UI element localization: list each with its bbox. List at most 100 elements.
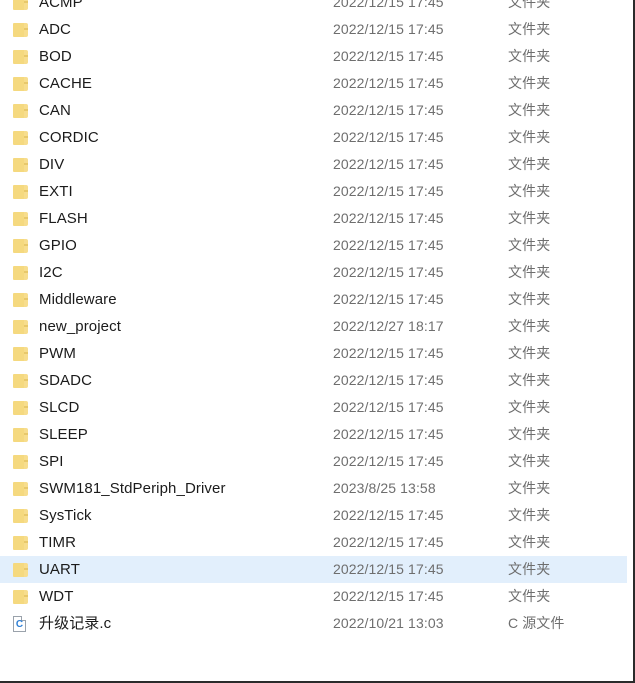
file-row[interactable]: C 升级记录.c 2022/10/21 13:03 C 源文件	[0, 610, 627, 637]
file-name-cell[interactable]: SDADC	[0, 371, 333, 390]
file-type: 文件夹	[508, 129, 551, 145]
file-type: 文件夹	[508, 264, 551, 280]
folder-icon	[12, 291, 28, 309]
folder-icon-shape	[13, 508, 28, 523]
file-name-label: EXTI	[39, 183, 73, 200]
file-name-cell[interactable]: SWM181_StdPeriph_Driver	[0, 479, 333, 498]
file-date-modified: 2022/12/15 17:45	[333, 48, 444, 64]
file-row[interactable]: TIMR 2022/12/15 17:45 文件夹	[0, 529, 627, 556]
file-row[interactable]: GPIO 2022/12/15 17:45 文件夹	[0, 232, 627, 259]
folder-icon-shape	[13, 427, 28, 442]
file-name-label: 升级记录.c	[39, 615, 112, 632]
file-type: 文件夹	[508, 102, 551, 118]
folder-icon-shape	[13, 346, 28, 361]
file-name-label: WDT	[39, 588, 74, 605]
file-date-modified: 2022/12/15 17:45	[333, 453, 444, 469]
file-name-cell[interactable]: UART	[0, 560, 333, 579]
file-date-modified: 2022/12/15 17:45	[333, 399, 444, 415]
file-name-cell[interactable]: SLEEP	[0, 425, 333, 444]
file-name-cell[interactable]: ADC	[0, 20, 333, 39]
file-name-cell[interactable]: new_project	[0, 317, 333, 336]
file-type: 文件夹	[508, 156, 551, 172]
file-row[interactable]: BOD 2022/12/15 17:45 文件夹	[0, 43, 627, 70]
file-type: 文件夹	[508, 372, 551, 388]
file-name-cell[interactable]: SLCD	[0, 398, 333, 417]
file-row[interactable]: FLASH 2022/12/15 17:45 文件夹	[0, 205, 627, 232]
file-name-cell[interactable]: FLASH	[0, 209, 333, 228]
file-type: 文件夹	[508, 291, 551, 307]
file-date-modified: 2022/12/15 17:45	[333, 588, 444, 604]
file-row[interactable]: new_project 2022/12/27 18:17 文件夹	[0, 313, 627, 340]
file-row[interactable]: SLCD 2022/12/15 17:45 文件夹	[0, 394, 627, 421]
folder-icon	[12, 75, 28, 93]
file-name-label: PWM	[39, 345, 76, 362]
file-name-label: TIMR	[39, 534, 77, 551]
folder-icon-shape	[13, 103, 28, 118]
folder-icon	[12, 507, 28, 525]
file-row[interactable]: SDADC 2022/12/15 17:45 文件夹	[0, 367, 627, 394]
file-type: 文件夹	[508, 183, 551, 199]
file-row[interactable]: CACHE 2022/12/15 17:45 文件夹	[0, 70, 627, 97]
file-row[interactable]: CAN 2022/12/15 17:45 文件夹	[0, 97, 627, 124]
file-row[interactable]: ACMP 2022/12/15 17:45 文件夹	[0, 0, 627, 16]
folder-icon	[12, 426, 28, 444]
file-row[interactable]: SWM181_StdPeriph_Driver 2023/8/25 13:58 文件…	[0, 475, 627, 502]
file-name-cell[interactable]: WDT	[0, 587, 333, 606]
file-type: 文件夹	[508, 399, 551, 415]
file-row[interactable]: EXTI 2022/12/15 17:45 文件夹	[0, 178, 627, 205]
file-name-label: UART	[39, 561, 80, 578]
file-row[interactable]: Middleware 2022/12/15 17:45 文件夹	[0, 286, 627, 313]
folder-icon-shape	[13, 589, 28, 604]
file-date-modified: 2022/12/15 17:45	[333, 183, 444, 199]
file-name-cell[interactable]: I2C	[0, 263, 333, 282]
file-name-cell[interactable]: DIV	[0, 155, 333, 174]
file-row[interactable]: SPI 2022/12/15 17:45 文件夹	[0, 448, 627, 475]
folder-icon	[12, 264, 28, 282]
file-type: 文件夹	[508, 534, 551, 550]
file-row[interactable]: PWM 2022/12/15 17:45 文件夹	[0, 340, 627, 367]
folder-icon-shape	[13, 481, 28, 496]
file-name-label: ACMP	[39, 0, 83, 11]
folder-icon	[12, 102, 28, 120]
file-row[interactable]: DIV 2022/12/15 17:45 文件夹	[0, 151, 627, 178]
folder-icon-shape	[13, 211, 28, 226]
file-name-cell[interactable]: C 升级记录.c	[0, 614, 333, 633]
file-name-cell[interactable]: SysTick	[0, 506, 333, 525]
file-name-cell[interactable]: Middleware	[0, 290, 333, 309]
folder-icon	[12, 21, 28, 39]
file-date-modified: 2022/12/15 17:45	[333, 210, 444, 226]
file-row[interactable]: SysTick 2022/12/15 17:45 文件夹	[0, 502, 627, 529]
folder-icon-shape	[13, 130, 28, 145]
c-file-icon: C	[12, 615, 28, 633]
folder-icon	[12, 237, 28, 255]
file-date-modified: 2022/12/15 17:45	[333, 237, 444, 253]
file-name-cell[interactable]: CACHE	[0, 74, 333, 93]
file-row[interactable]: WDT 2022/12/15 17:45 文件夹	[0, 583, 627, 610]
folder-icon	[12, 372, 28, 390]
file-name-cell[interactable]: SPI	[0, 452, 333, 471]
file-list[interactable]: ACMP 2022/12/15 17:45 文件夹 ADC 2022/12/15 17:…	[0, 0, 627, 637]
file-name-label: SLCD	[39, 399, 80, 416]
file-name-cell[interactable]: GPIO	[0, 236, 333, 255]
file-row[interactable]: CORDIC 2022/12/15 17:45 文件夹	[0, 124, 627, 151]
file-row[interactable]: SLEEP 2022/12/15 17:45 文件夹	[0, 421, 627, 448]
folder-icon	[12, 129, 28, 147]
file-name-cell[interactable]: ACMP	[0, 0, 333, 12]
file-row[interactable]: I2C 2022/12/15 17:45 文件夹	[0, 259, 627, 286]
folder-icon-shape	[13, 238, 28, 253]
folder-icon-shape	[13, 157, 28, 172]
file-name-cell[interactable]: TIMR	[0, 533, 333, 552]
folder-icon	[12, 318, 28, 336]
file-name-cell[interactable]: EXTI	[0, 182, 333, 201]
folder-icon	[12, 561, 28, 579]
file-row[interactable]: UART 2022/12/15 17:45 文件夹	[0, 556, 627, 583]
file-name-cell[interactable]: CAN	[0, 101, 333, 120]
file-name-cell[interactable]: CORDIC	[0, 128, 333, 147]
file-name-cell[interactable]: BOD	[0, 47, 333, 66]
file-name-cell[interactable]: PWM	[0, 344, 333, 363]
file-row[interactable]: ADC 2022/12/15 17:45 文件夹	[0, 16, 627, 43]
file-date-modified: 2022/12/15 17:45	[333, 534, 444, 550]
file-name-label: CORDIC	[39, 129, 99, 146]
file-type: 文件夹	[508, 210, 551, 226]
file-name-label: I2C	[39, 264, 63, 281]
